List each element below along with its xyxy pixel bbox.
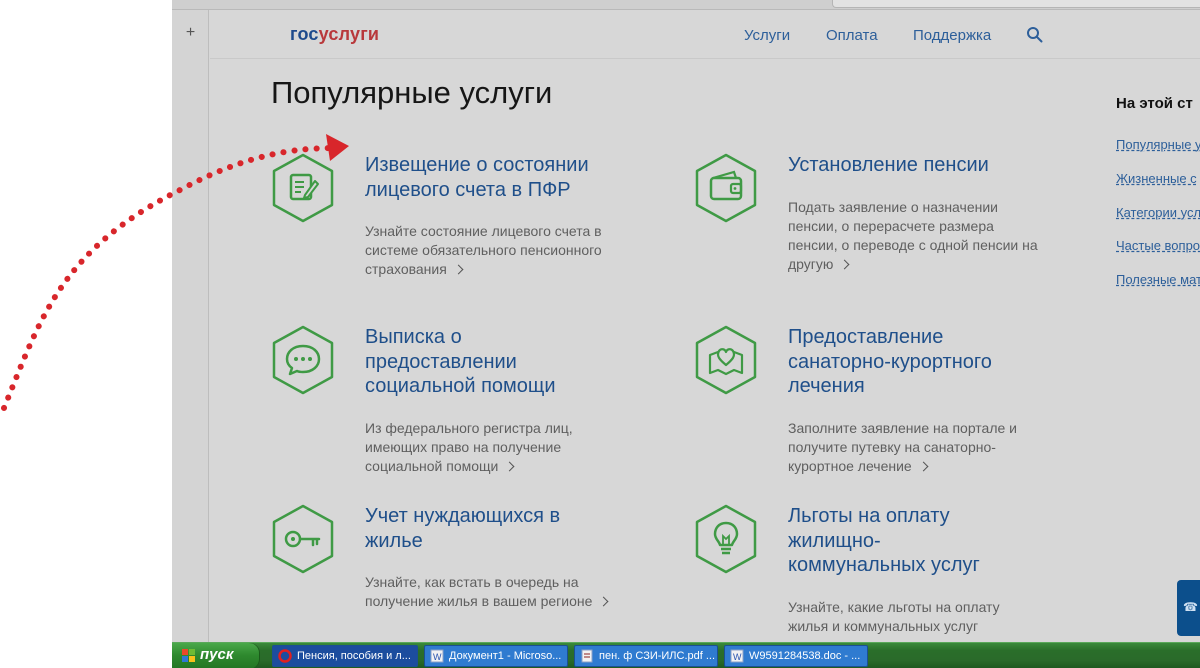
opera-icon [278, 649, 292, 663]
gosuslugi-logo[interactable]: госуслуги [290, 24, 379, 45]
site-header: госуслуги Услуги Оплата Поддержка [210, 11, 1200, 59]
card-description: Подать заявление о назначении пенсии, о … [788, 199, 1038, 272]
svg-text:W: W [433, 652, 442, 662]
search-icon[interactable] [1026, 26, 1044, 44]
card-title[interactable]: Учет нуждающихся в жилье [365, 504, 595, 553]
page-title: Популярные услуги [271, 75, 553, 110]
sidebar-heading: На этой ст [1116, 95, 1193, 112]
card-description: Заполните заявление на портале и получит… [788, 420, 1017, 474]
sidebar-link-popular[interactable]: Популярные у [1116, 137, 1200, 152]
chat-bubble-icon [272, 325, 334, 395]
chevron-right-icon[interactable] [504, 461, 515, 472]
taskbar-item-word-doc1[interactable]: W Документ1 - Microso... [424, 645, 568, 667]
heart-map-icon [695, 325, 757, 395]
card-description: Из федерального регистра лиц, имеющих пр… [365, 420, 573, 474]
card-description: Узнайте, как встать в очередь на получен… [365, 573, 615, 611]
windows-flag-icon [182, 649, 195, 662]
start-button[interactable]: пуск [172, 643, 260, 668]
sidebar-link-useful[interactable]: Полезные мат [1116, 272, 1200, 287]
card-title[interactable]: Установление пенсии [788, 153, 1048, 178]
card-title[interactable]: Выписка о предоставлении социальной помо… [365, 325, 585, 399]
card-title[interactable]: Льготы на оплату жилищно-коммунальных ус… [788, 504, 1008, 578]
taskbar-item-word-doc2[interactable]: W W9591284538.doc - ... [724, 645, 868, 667]
sidebar-link-faq[interactable]: Частые вопрос [1116, 238, 1200, 253]
nav-support[interactable]: Поддержка [913, 27, 991, 44]
browser-window: + госуслуги Услуги Оплата Поддержка Попу… [172, 0, 1200, 642]
word-document-icon: W [730, 649, 744, 663]
card-description: Узнайте состояние лицевого счета в систе… [365, 223, 602, 277]
chevron-right-icon[interactable] [598, 596, 609, 607]
card-title[interactable]: Извещение о состоянии лицевого счета в П… [365, 153, 625, 202]
taskbar: пуск Пенсия, пособия и л... W Документ1 … [172, 642, 1200, 668]
new-tab-button[interactable]: + [172, 24, 209, 42]
taskbar-item-browser[interactable]: Пенсия, пособия и л... [272, 645, 418, 667]
screenshot: + госуслуги Услуги Оплата Поддержка Попу… [0, 0, 1200, 668]
chevron-right-icon[interactable] [918, 461, 929, 472]
browser-toolbar [172, 0, 1200, 10]
help-button[interactable]: ☎ [1177, 580, 1200, 636]
word-document-icon: W [430, 649, 444, 663]
nav-payment[interactable]: Оплата [826, 27, 878, 44]
chevron-right-icon[interactable] [839, 259, 850, 270]
on-this-page-sidebar: На этой ст Популярные у Жизненные с Кате… [1116, 95, 1200, 287]
web-page: госуслуги Услуги Оплата Поддержка Популя… [210, 11, 1200, 642]
svg-text:W: W [733, 652, 742, 662]
pdf-document-icon [581, 649, 593, 663]
card-title[interactable]: Предоставление санаторно-курортного лече… [788, 325, 1018, 399]
sidebar-link-categories[interactable]: Категории усл [1116, 205, 1200, 220]
address-bar[interactable] [832, 0, 1200, 8]
chevron-right-icon[interactable] [453, 264, 464, 275]
tab-sidebar: + [172, 10, 209, 642]
wallet-icon [695, 153, 757, 223]
document-edit-icon [272, 153, 334, 223]
taskbar-item-pdf[interactable]: пен. ф СЗИ-ИЛС.pdf ... [574, 645, 718, 667]
nav-services[interactable]: Услуги [744, 27, 790, 44]
key-icon [272, 504, 334, 574]
sidebar-link-life-situations[interactable]: Жизненные с [1116, 171, 1197, 186]
lightbulb-icon [695, 504, 757, 574]
card-description: Узнайте, какие льготы на оплату жилья и … [788, 599, 1000, 642]
headset-icon: ☎ [1183, 600, 1198, 614]
start-label: пуск [200, 646, 234, 663]
